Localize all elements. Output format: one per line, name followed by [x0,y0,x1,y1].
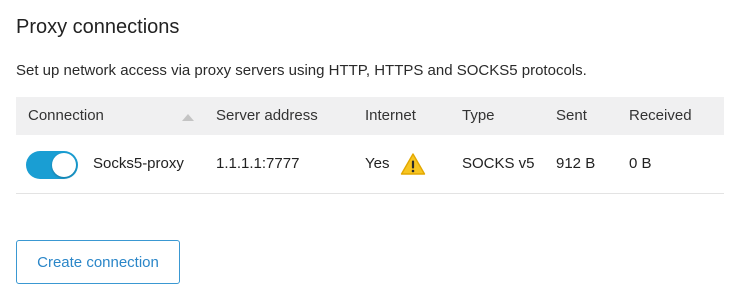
bytes-received: 0 B [629,155,652,172]
bytes-sent: 912 B [556,155,596,172]
connection-name[interactable]: Socks5-proxy [93,155,184,172]
page-title: Proxy connections [16,16,180,38]
toggle-knob [52,153,76,177]
proxy-table: Connection Server address Internet Type … [16,97,724,194]
column-header-connection[interactable]: Connection [28,107,104,124]
column-header-internet[interactable]: Internet [365,107,416,124]
warning-icon[interactable] [400,152,426,176]
page-description: Set up network access via proxy servers … [16,62,587,79]
connection-toggle[interactable] [26,151,78,179]
table-row[interactable]: Socks5-proxy 1.1.1.1:7777 Yes SOCKS v5 9… [16,135,724,194]
internet-status: Yes [365,155,390,172]
server-address: 1.1.1.1:7777 [216,155,300,172]
create-connection-button[interactable]: Create connection [16,240,180,284]
column-header-received[interactable]: Received [629,107,692,124]
column-header-server-address[interactable]: Server address [216,107,318,124]
sort-ascending-icon[interactable] [182,114,194,121]
column-header-type[interactable]: Type [462,107,495,124]
column-header-sent[interactable]: Sent [556,107,587,124]
table-header: Connection Server address Internet Type … [16,97,724,135]
connection-type: SOCKS v5 [462,155,535,172]
